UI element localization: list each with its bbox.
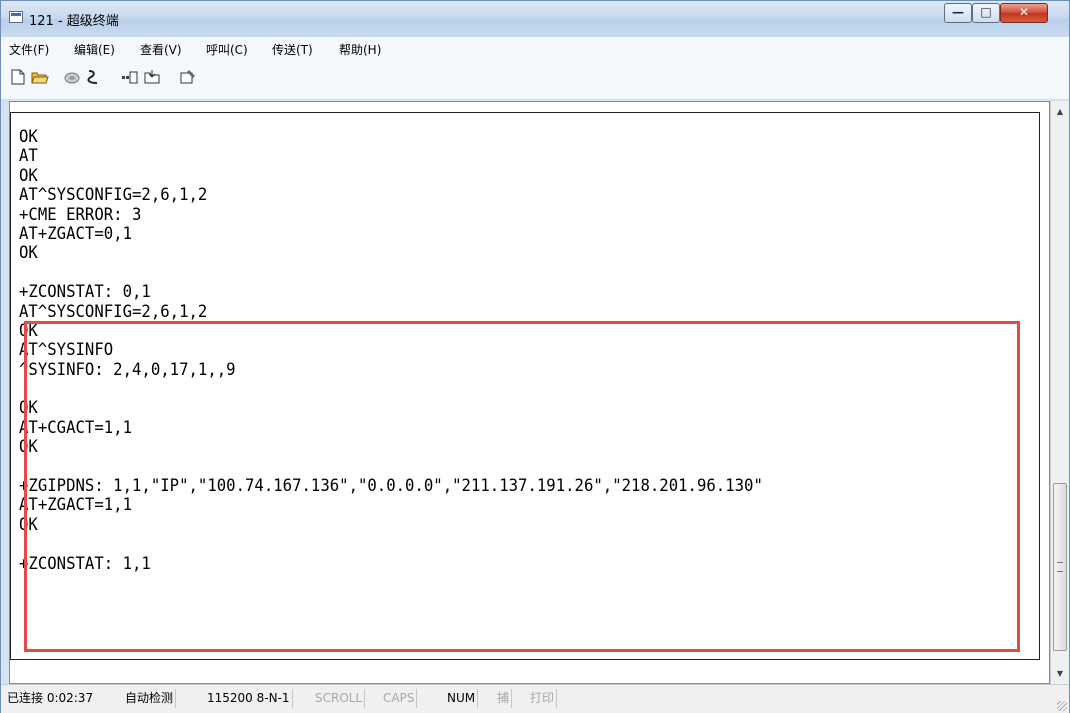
disconnect-icon[interactable] [85,69,101,85]
scrollbar-thumb[interactable] [1053,483,1067,651]
minimize-button[interactable]: — [944,3,972,23]
status-port: 115200 8-N-1 [205,689,293,708]
terminal-area[interactable]: OK AT OK AT^SYSCONFIG=2,6,1,2 +CME ERROR… [9,101,1050,684]
grip-icon [1057,562,1063,572]
terminal-line: +ZCONSTAT: 0,1 [19,282,151,303]
maximize-button[interactable]: □ [972,3,1000,23]
status-scroll: SCROLL [313,689,366,708]
new-document-icon[interactable] [10,69,26,85]
window-title: 121 - 超级终端 [29,14,119,29]
terminal-line: AT+ZGACT=0,1 [19,223,133,244]
vertical-scrollbar[interactable]: ▲ ▼ [1050,101,1069,684]
terminal-line: AT^SYSCONFIG=2,6,1,2 [19,185,208,206]
terminal-line: OK [19,165,38,186]
status-num: NUM [445,689,479,708]
menu-call[interactable]: 呼叫(C) [206,41,248,58]
status-detect: 自动检测 [123,689,177,708]
terminal-line: OK [19,127,38,147]
app-icon[interactable] [9,11,23,23]
menu-edit[interactable]: 编辑(E) [74,41,115,58]
close-icon: ✕ [1018,5,1030,19]
terminal-line: OK [19,243,38,264]
scroll-down-arrow-icon[interactable]: ▼ [1051,665,1069,682]
menu-bar: 文件(F) 编辑(E) 查看(V) 呼叫(C) 传送(T) 帮助(H) [1,37,1069,60]
status-capture: 捕 [495,689,513,708]
status-connection: 已连接 0:02:37 [7,691,94,705]
dial-icon[interactable] [63,69,80,85]
menu-transfer[interactable]: 传送(T) [272,41,313,58]
minimize-icon: — [952,5,964,19]
maximize-icon: □ [980,5,992,19]
menu-help[interactable]: 帮助(H) [339,41,381,58]
terminal-line: AT [19,146,38,167]
menu-file[interactable]: 文件(F) [9,41,49,58]
scroll-up-arrow-icon[interactable]: ▲ [1051,103,1069,120]
send-icon[interactable] [121,69,138,85]
close-button[interactable]: ✕ [1000,3,1048,23]
properties-icon[interactable] [179,69,195,85]
resize-grip-icon[interactable] [1057,701,1067,711]
title-bar[interactable]: 121 - 超级终端 — □ ✕ [1,1,1069,37]
open-folder-icon[interactable] [31,69,49,85]
toolbar [1,59,1069,99]
status-print: 打印 [528,689,558,708]
terminal-line: +CME ERROR: 3 [19,204,142,225]
receive-icon[interactable] [143,69,160,85]
highlight-box [24,321,1020,652]
menu-view[interactable]: 查看(V) [140,41,182,58]
status-caps: CAPS [381,689,418,708]
status-bar: 已连接 0:02:37 自动检测 115200 8-N-1 SCROLL CAP… [1,684,1069,713]
terminal-line: AT^SYSCONFIG=2,6,1,2 [19,301,208,322]
hyperterminal-window: 121 - 超级终端 — □ ✕ 文件(F) 编辑(E) 查看(V) 呼叫(C)… [0,0,1070,713]
